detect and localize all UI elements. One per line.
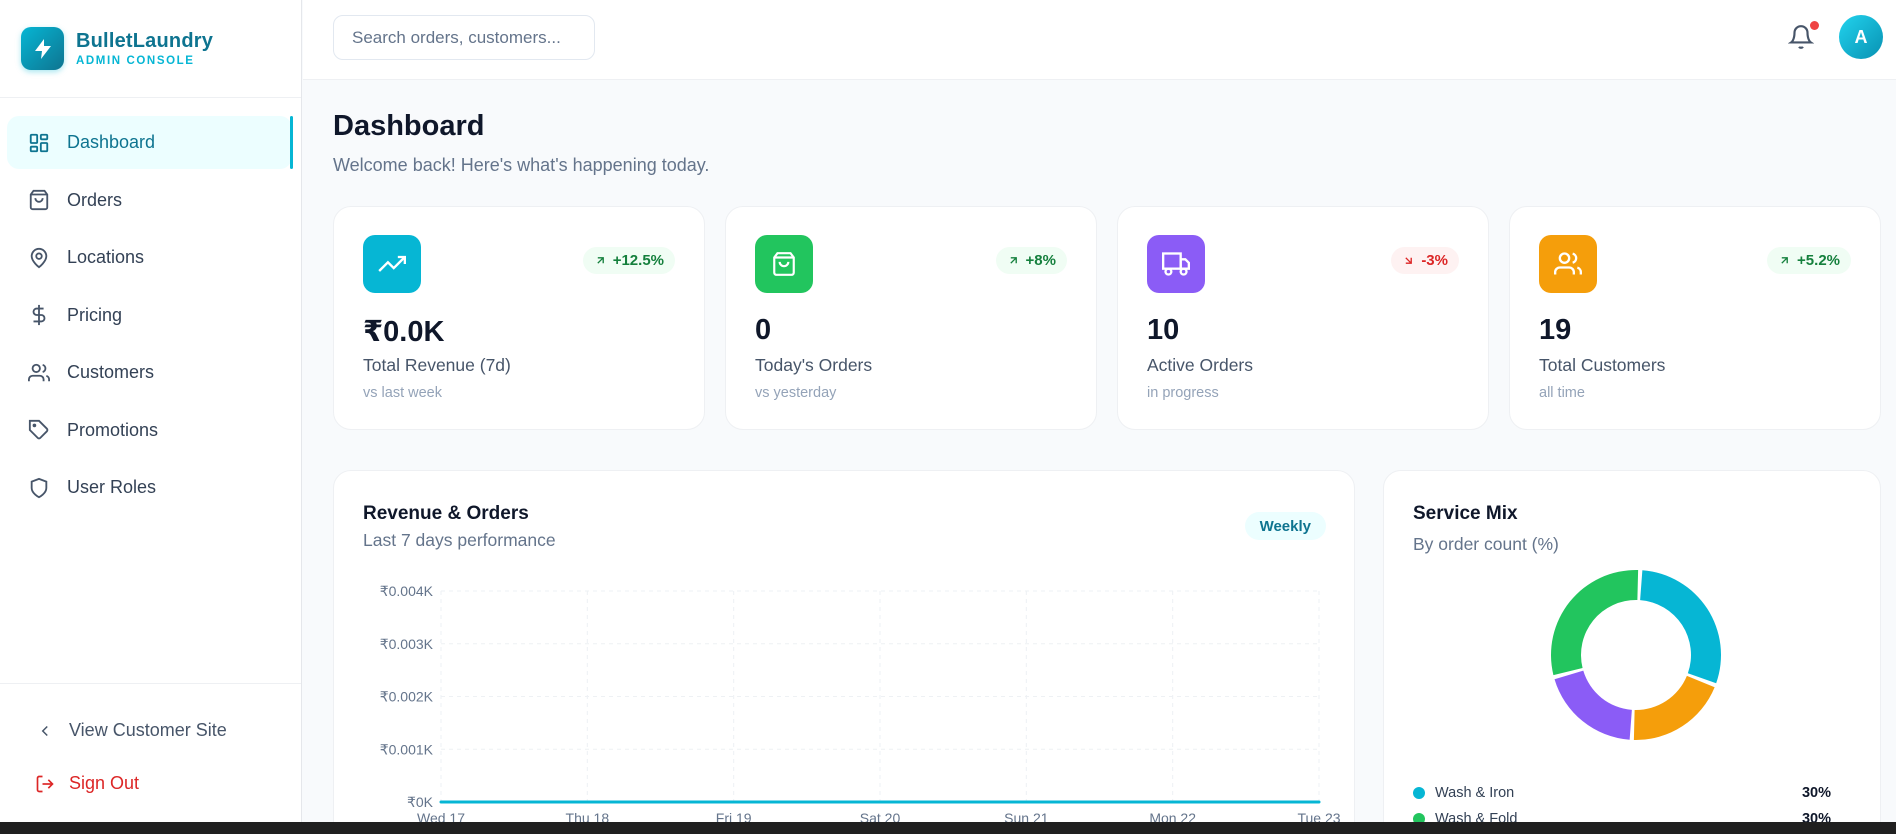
- sidebar-item-orders[interactable]: Orders: [7, 174, 292, 227]
- arrow-up-right-icon: [597, 257, 604, 264]
- stat-change-badge: +12.5%: [582, 247, 675, 274]
- truck-icon: [1147, 235, 1205, 293]
- stat-label: Today's Orders: [755, 355, 873, 375]
- stat-change: +5.2%: [1797, 252, 1840, 269]
- dollar-icon: [27, 303, 51, 327]
- stat-label: Total Revenue (7d): [363, 355, 511, 375]
- stat-change: -3%: [1421, 252, 1448, 269]
- stat-caption: in progress: [1147, 385, 1219, 401]
- sidebar-footer: View Customer Site Sign Out: [0, 683, 301, 810]
- sidebar-item-user-roles[interactable]: User Roles: [7, 461, 292, 514]
- stat-card-total-customers: +5.2% 19 Total Customers all time: [1509, 206, 1881, 430]
- sidebar-item-locations[interactable]: Locations: [7, 231, 292, 284]
- map-pin-icon: [27, 246, 51, 270]
- data-point: [1317, 800, 1321, 804]
- shield-icon: [27, 476, 51, 500]
- sidebar-item-label: User Roles: [67, 477, 157, 497]
- stat-label: Active Orders: [1147, 355, 1253, 375]
- trending-up-icon: [363, 235, 421, 293]
- data-point: [732, 800, 736, 804]
- arrow-down-right-icon: [1405, 257, 1413, 264]
- sidebar-item-label: Orders: [67, 189, 123, 210]
- sign-out-button[interactable]: Sign Out: [0, 757, 301, 810]
- service-mix-donut: [1551, 570, 1721, 740]
- donut-slice: [1551, 570, 1639, 676]
- stat-caption: vs yesterday: [755, 385, 837, 401]
- brand-name: BulletLaundry: [76, 30, 214, 52]
- users-icon: [27, 361, 51, 385]
- sidebar-item-promotions[interactable]: Promotions: [7, 404, 292, 457]
- arrow-up-right-icon: [1009, 257, 1017, 264]
- view-customer-site-link[interactable]: View Customer Site: [0, 704, 301, 757]
- stat-value: 19: [1539, 314, 1572, 346]
- service-mix-panel: Service Mix By order count (%) Wash & Ir…: [1383, 470, 1881, 834]
- arrow-up-right-icon: [1781, 257, 1788, 264]
- stat-change-badge: -3%: [1391, 247, 1459, 274]
- y-tick-label: ₹0.004K: [380, 583, 434, 599]
- stat-change-badge: +5.2%: [1767, 247, 1851, 274]
- chevron-left-icon: [34, 720, 56, 742]
- lightning-icon: [21, 27, 64, 70]
- taskbar: [0, 822, 1896, 834]
- shopping-bag-icon: [27, 188, 51, 212]
- revenue-orders-panel: Revenue & Orders Last 7 days performance…: [333, 470, 1355, 834]
- stat-value: 0: [755, 314, 772, 346]
- stat-change-badge: +8%: [995, 247, 1067, 274]
- donut-slice: [1554, 670, 1632, 740]
- sidebar-item-label: Pricing: [67, 304, 123, 325]
- sign-out-label: Sign Out: [69, 773, 140, 793]
- sidebar-item-label: Locations: [67, 247, 145, 267]
- users-icon: [1539, 235, 1597, 293]
- avatar[interactable]: A: [1839, 15, 1883, 59]
- legend-item: Wash & Iron 30%: [1413, 785, 1831, 801]
- donut-slice: [1640, 570, 1721, 684]
- legend-dot: [1413, 787, 1425, 799]
- stat-change: +12.5%: [612, 252, 664, 269]
- sidebar: BulletLaundry ADMIN CONSOLE Dashboard Or…: [0, 0, 302, 822]
- view-customer-site-label: View Customer Site: [69, 720, 227, 740]
- data-point: [439, 800, 443, 804]
- data-point: [878, 800, 882, 804]
- data-point: [1024, 800, 1028, 804]
- shopping-bag-icon: [755, 235, 813, 293]
- stat-value: 10: [1147, 314, 1180, 346]
- sidebar-item-label: Dashboard: [67, 132, 156, 152]
- y-tick-label: ₹0.003K: [380, 636, 434, 652]
- data-point: [1171, 800, 1175, 804]
- sidebar-item-label: Customers: [67, 362, 155, 382]
- data-point: [585, 800, 589, 804]
- sidebar-item-pricing[interactable]: Pricing: [7, 289, 292, 342]
- stat-value: ₹0.0K: [363, 316, 445, 348]
- y-tick-label: ₹0.001K: [380, 741, 434, 757]
- notification-dot: [1810, 21, 1819, 30]
- sign-out-icon: [34, 773, 56, 795]
- stat-caption: vs last week: [363, 385, 442, 401]
- sidebar-item-customers[interactable]: Customers: [7, 346, 292, 399]
- legend-value: 30%: [1801, 785, 1831, 801]
- page-subtitle: Welcome back! Here's what's happening to…: [333, 155, 710, 175]
- y-tick-label: ₹0K: [407, 794, 434, 810]
- stat-card-revenue: +12.5% ₹0.0K Total Revenue (7d) vs last …: [333, 206, 705, 430]
- sidebar-item-label: Promotions: [67, 419, 159, 440]
- stat-change: +8%: [1025, 252, 1056, 269]
- page-title: Dashboard: [333, 110, 485, 142]
- stat-card-active-orders: -3% 10 Active Orders in progress: [1117, 206, 1489, 430]
- topbar: A: [303, 0, 1896, 80]
- brand[interactable]: BulletLaundry ADMIN CONSOLE: [0, 0, 301, 98]
- search-input[interactable]: [333, 15, 595, 60]
- stat-label: Total Customers: [1539, 355, 1666, 375]
- revenue-line-chart: ₹0K₹0.001K₹0.002K₹0.003K₹0.004KWed 17 Thu…: [380, 583, 1341, 826]
- dashboard-icon: [27, 131, 51, 155]
- donut-slice: [1633, 675, 1715, 740]
- brand-subtitle: ADMIN CONSOLE: [76, 55, 195, 67]
- y-tick-label: ₹0.002K: [380, 689, 434, 705]
- stat-caption: all time: [1539, 385, 1585, 401]
- tag-icon: [27, 418, 51, 442]
- stat-card-todays-orders: +8% 0 Today's Orders vs yesterday: [725, 206, 1097, 430]
- sidebar-item-dashboard[interactable]: Dashboard: [7, 116, 293, 169]
- sidebar-nav: Dashboard Orders Locations Pricing Custo…: [0, 98, 301, 514]
- legend-label: Wash & Iron: [1435, 785, 1515, 801]
